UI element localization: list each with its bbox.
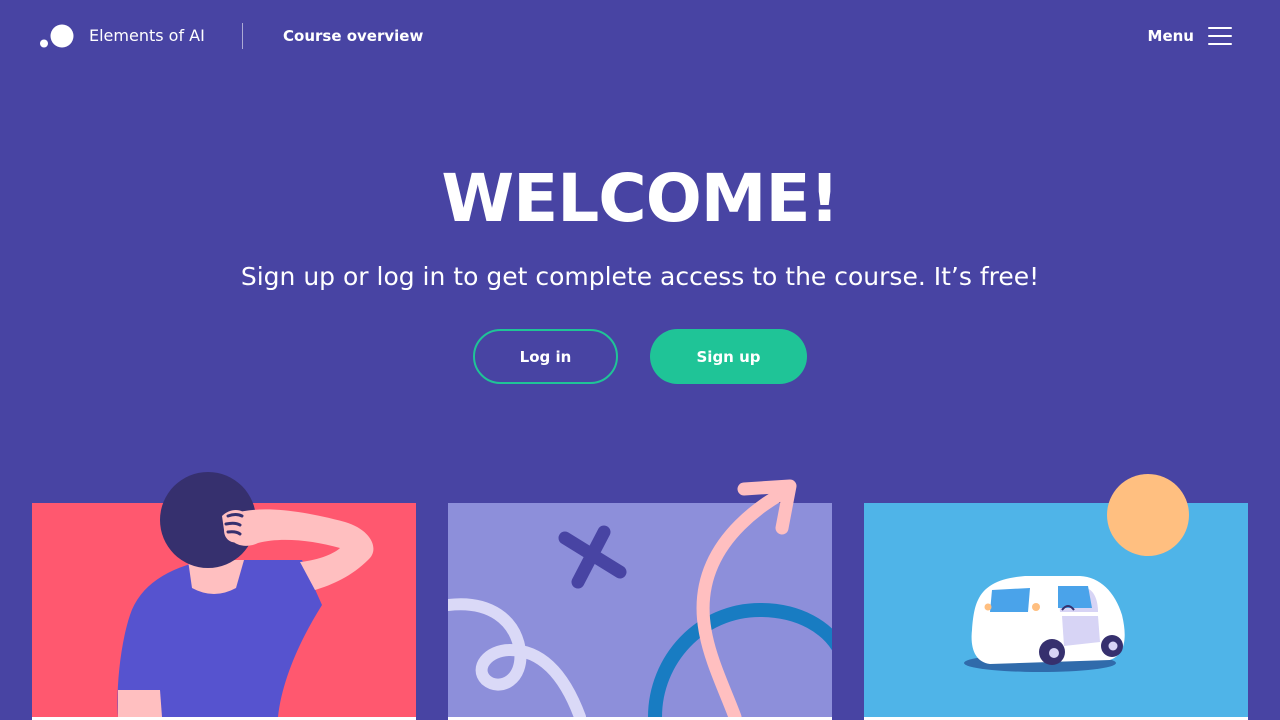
- menu-label: Menu: [1147, 27, 1194, 45]
- course-overview-link[interactable]: Course overview: [283, 27, 423, 45]
- menu-button[interactable]: Menu: [1148, 26, 1232, 46]
- hamburger-icon: [1208, 27, 1232, 45]
- site-header: Elements of AI Course overview Menu: [0, 0, 1280, 72]
- card-illustration-2[interactable]: [448, 503, 832, 720]
- card-illustration-1[interactable]: [32, 503, 416, 720]
- signup-button[interactable]: Sign up: [650, 329, 807, 384]
- header-divider: [242, 23, 243, 49]
- hero-subtitle: Sign up or log in to get complete access…: [240, 262, 1040, 291]
- card-illustration-3[interactable]: [864, 503, 1248, 720]
- page-title: WELCOME!: [441, 160, 839, 237]
- brand-name[interactable]: Elements of AI: [89, 26, 205, 46]
- logo-icon[interactable]: [40, 22, 76, 50]
- login-button[interactable]: Log in: [473, 329, 618, 384]
